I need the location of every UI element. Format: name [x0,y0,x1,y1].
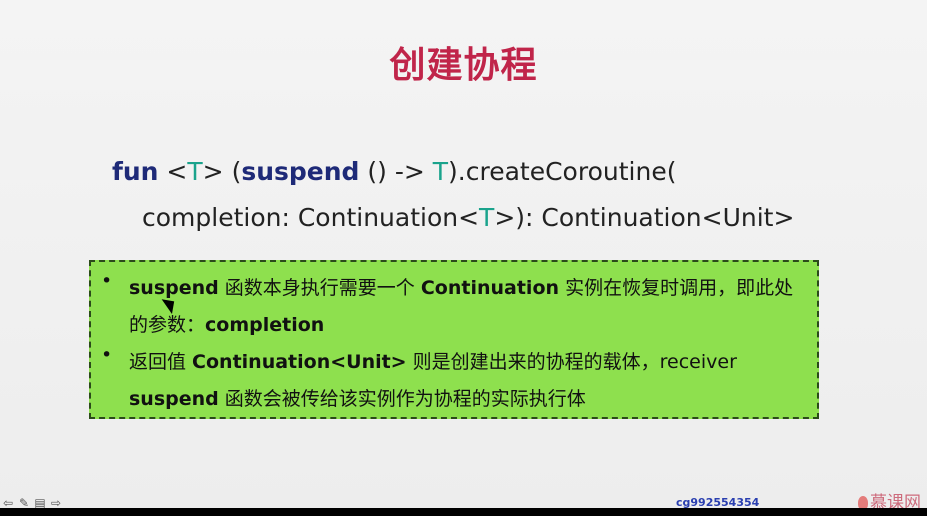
note-box: • suspend 函数本身执行需要一个 Continuation 实例在恢复时… [89,260,819,419]
note-bold: Continuation [420,277,560,299]
note-text: 函数本身执行需要一个 [218,277,421,299]
keyword-fun: fun [112,157,159,186]
bullet-dot: • [101,344,113,366]
bottom-bar [0,508,927,516]
bullet-dot: • [101,270,113,292]
note-bold: completion [205,314,325,336]
keyword-suspend: suspend [241,157,360,186]
type-param: T [432,157,449,186]
code-line-1: fun <T> (suspend () -> T).createCoroutin… [112,157,676,186]
slide: 创建协程 fun <T> (suspend () -> T).createCor… [0,0,927,513]
note-text-2: 返回值 Continuation<Unit> 则是创建出来的协程的载体，rece… [129,344,809,418]
note-text: 返回值 [129,351,193,373]
type-param: T [187,157,203,186]
code-post: >): Continuation<Unit> [494,203,795,232]
code-mid: () -> [359,157,433,186]
note-text: 函数会被传给该实例作为协程的实际执行体 [218,388,586,410]
note-text-1: suspend 函数本身执行需要一个 Continuation 实例在恢复时调用… [129,270,809,344]
note-bold: suspend [129,388,219,410]
code-close: > ( [202,157,242,186]
code-pre: completion: Continuation< [142,203,480,232]
note-bold: Continuation<Unit> [192,351,407,373]
type-param: T [479,203,495,232]
code-open: < [158,157,188,186]
slide-title: 创建协程 [389,45,538,86]
code-line-2: completion: Continuation<T>): Continuati… [142,203,794,232]
note-bold: suspend [129,277,219,299]
code-tail: ).createCoroutine( [448,157,677,186]
note-text: 则是创建出来的协程的载体，receiver [406,351,737,373]
